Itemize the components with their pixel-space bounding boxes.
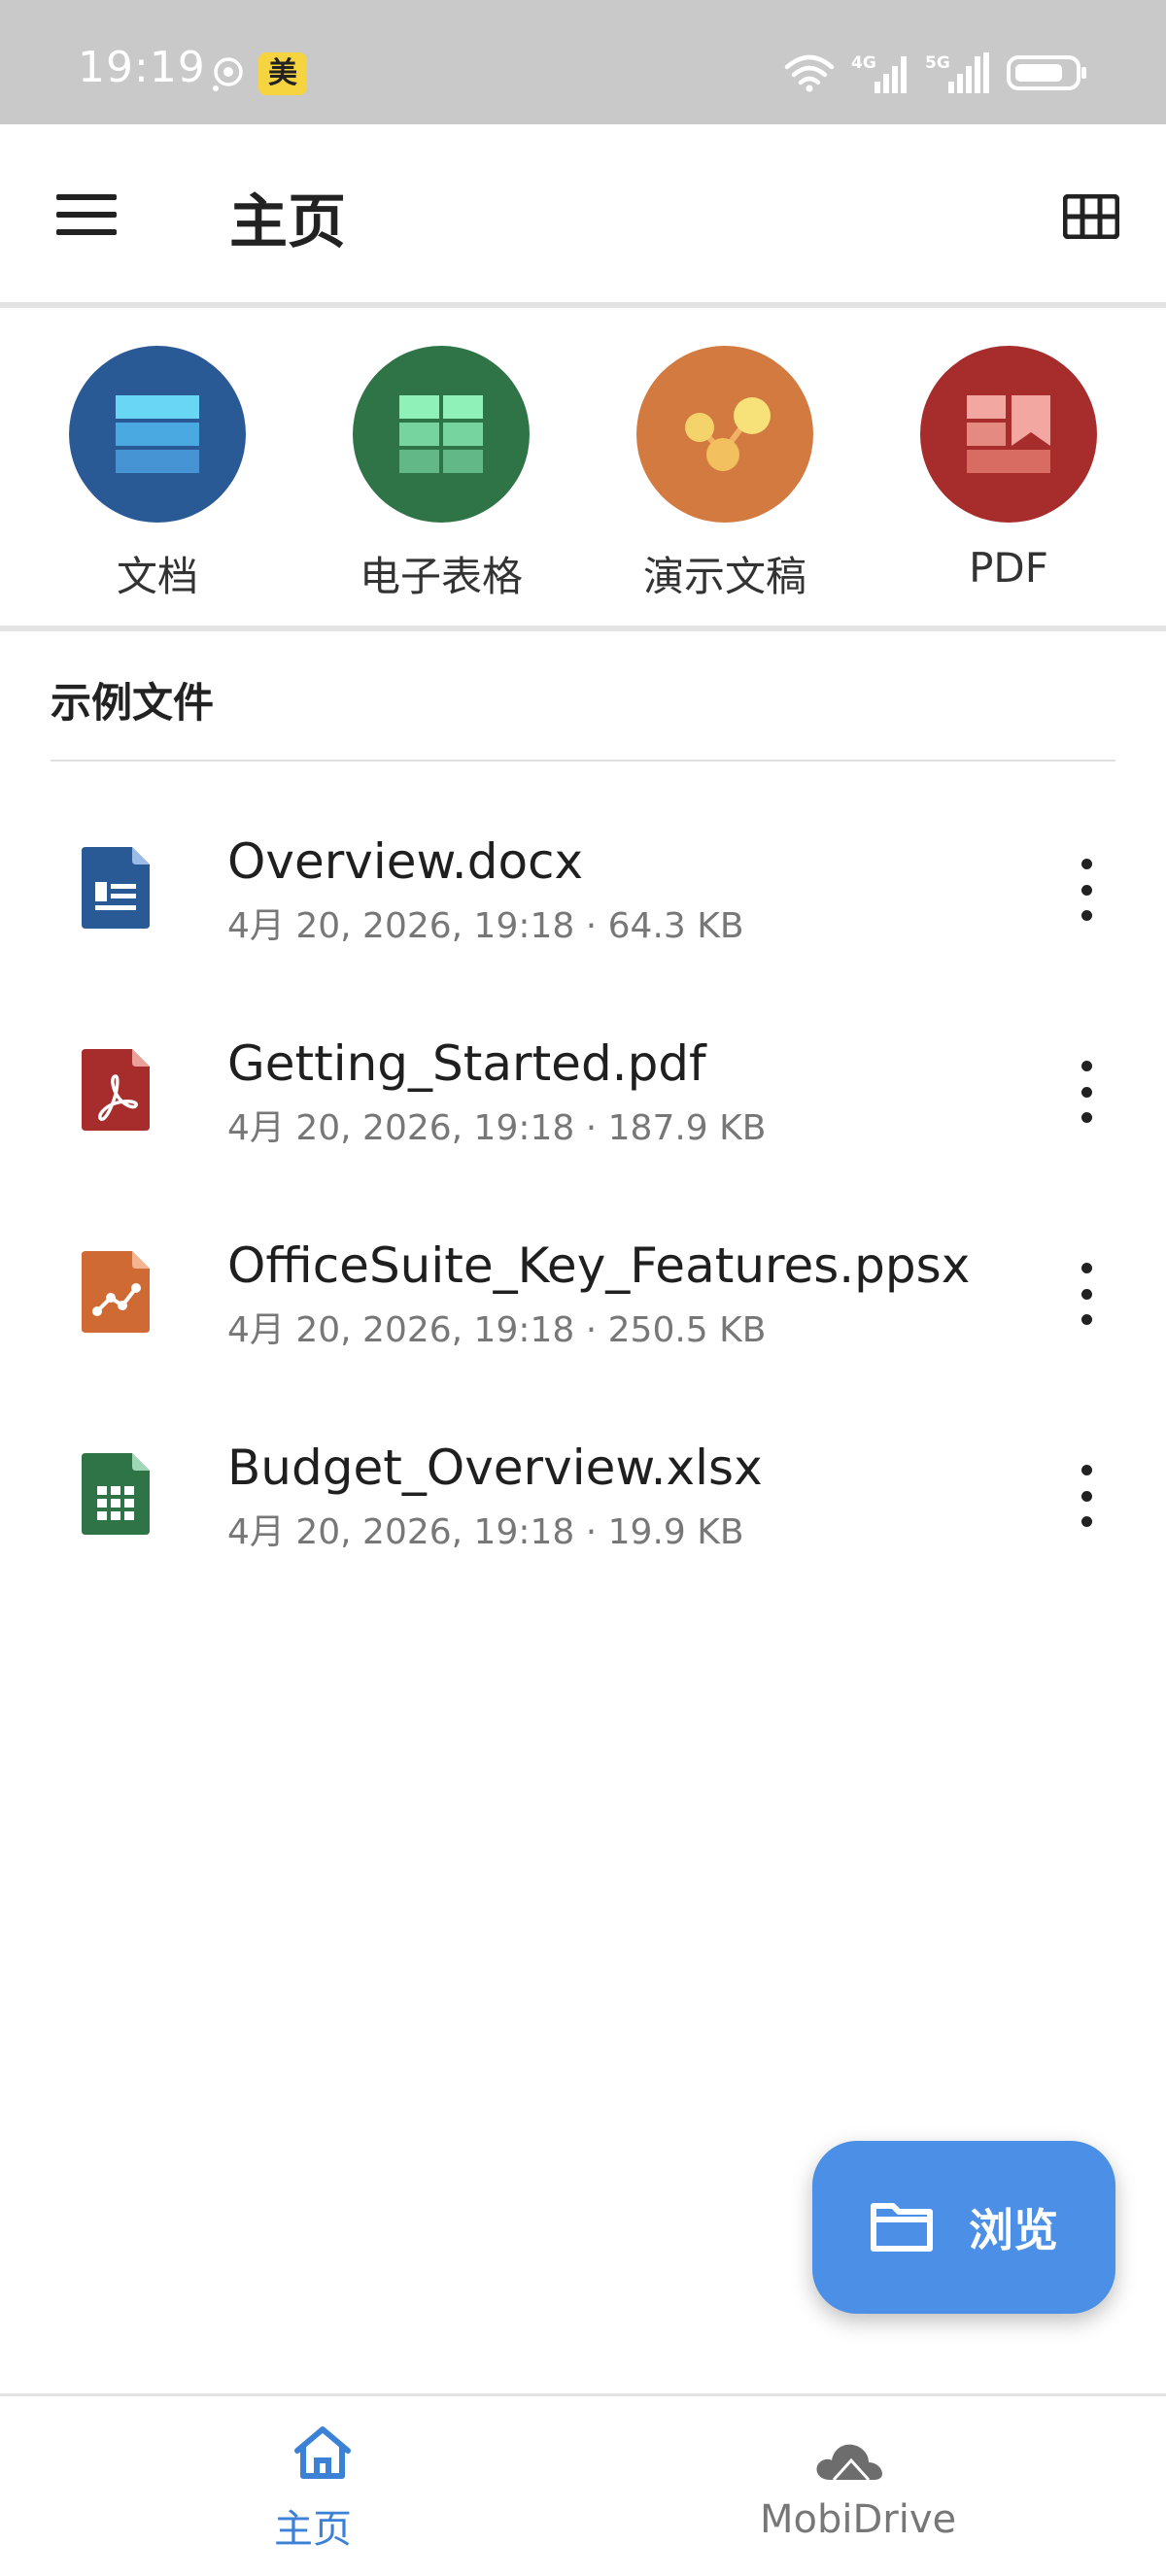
meta-separator: ·	[585, 1310, 608, 1350]
app-bar-divider	[0, 302, 1166, 308]
file-size: 250.5 KB	[607, 1310, 767, 1350]
presentation-circle	[636, 346, 813, 523]
file-size: 19.9 KB	[607, 1512, 744, 1552]
status-time: 19:19	[78, 43, 206, 92]
file-date: 4月 20, 2026, 19:18	[227, 906, 575, 946]
nav-item-home[interactable]: 主页	[27, 2396, 610, 2576]
file-date: 4月 20, 2026, 19:18	[227, 1310, 575, 1350]
network-4g-label: 4G	[851, 53, 876, 73]
quick-type-spreadsheet[interactable]: 电子表格	[325, 346, 558, 603]
menu-icon[interactable]	[56, 192, 117, 237]
quick-type-label: PDF	[969, 544, 1048, 592]
quick-type-pdf[interactable]: PDF	[892, 346, 1125, 592]
file-row-getting-started-pdf[interactable]: Getting_Started.pdf 4月 20, 2026, 19:18 ·…	[0, 1006, 1166, 1208]
more-options-icon[interactable]	[1075, 1061, 1098, 1123]
app-bar: 主页	[0, 124, 1166, 303]
file-meta: 4月 20, 2026, 19:18 · 250.5 KB	[227, 1302, 766, 1352]
signal-5g-icon: 5G	[925, 52, 989, 93]
quick-type-document[interactable]: 文档	[41, 346, 274, 603]
section-divider	[51, 760, 1115, 762]
file-row-budget-xlsx[interactable]: Budget_Overview.xlsx 4月 20, 2026, 19:18 …	[0, 1410, 1166, 1612]
xlsx-file-icon	[82, 1453, 150, 1535]
status-bar: 19:19 美 4G 5G	[0, 0, 1166, 124]
nav-label-mobidrive: MobiDrive	[760, 2497, 957, 2542]
document-icon	[116, 395, 199, 473]
file-date: 4月 20, 2026, 19:18	[227, 1512, 575, 1552]
meta-separator: ·	[585, 906, 608, 946]
file-meta: 4月 20, 2026, 19:18 · 64.3 KB	[227, 898, 744, 948]
home-icon	[294, 2426, 351, 2479]
spreadsheet-icon	[399, 395, 483, 473]
more-options-icon[interactable]	[1075, 1263, 1098, 1325]
file-name: Getting_Started.pdf	[227, 1035, 706, 1092]
signal-4g-icon: 4G	[851, 53, 907, 93]
more-options-icon[interactable]	[1075, 859, 1098, 921]
spreadsheet-circle	[353, 346, 530, 523]
location-icon	[213, 57, 243, 91]
meta-separator: ·	[585, 1108, 608, 1148]
network-5g-label: 5G	[925, 53, 950, 73]
meituan-badge: 美	[258, 52, 307, 95]
cloud-icon	[816, 2444, 882, 2482]
file-name: OfficeSuite_Key_Features.ppsx	[227, 1237, 971, 1294]
page-title: 主页	[229, 188, 346, 256]
quick-type-label: 文档	[116, 553, 198, 600]
file-size: 187.9 KB	[607, 1108, 767, 1148]
file-size: 64.3 KB	[607, 906, 744, 946]
quick-type-label: 演示文稿	[642, 553, 806, 600]
nav-label-home: 主页	[274, 2507, 352, 2552]
docx-file-icon	[82, 847, 150, 929]
file-list: Overview.docx 4月 20, 2026, 19:18 · 64.3 …	[0, 804, 1166, 1612]
wifi-icon	[784, 54, 835, 92]
file-name: Budget_Overview.xlsx	[227, 1440, 763, 1496]
file-meta: 4月 20, 2026, 19:18 · 19.9 KB	[227, 1504, 744, 1554]
file-date: 4月 20, 2026, 19:18	[227, 1108, 575, 1148]
ppsx-file-icon	[82, 1251, 150, 1333]
file-row-overview-docx[interactable]: Overview.docx 4月 20, 2026, 19:18 · 64.3 …	[0, 804, 1166, 1006]
bottom-nav: 主页 MobiDrive	[0, 2393, 1166, 2576]
quick-types-divider	[0, 626, 1166, 631]
nav-item-mobidrive[interactable]: MobiDrive	[583, 2396, 1166, 2576]
grid-view-icon[interactable]	[1063, 194, 1119, 239]
more-options-icon[interactable]	[1075, 1465, 1098, 1527]
pdf-icon	[967, 395, 1050, 473]
section-title: 示例文件	[51, 679, 215, 727]
file-row-officesuite-ppsx[interactable]: OfficeSuite_Key_Features.ppsx 4月 20, 202…	[0, 1208, 1166, 1410]
status-right-icons: 4G 5G	[783, 49, 1088, 97]
browse-button[interactable]: 浏览	[812, 2141, 1115, 2314]
file-meta: 4月 20, 2026, 19:18 · 187.9 KB	[227, 1100, 766, 1150]
browse-label: 浏览	[969, 2204, 1058, 2256]
battery-icon	[1007, 55, 1086, 90]
folder-icon	[871, 2203, 933, 2252]
file-name: Overview.docx	[227, 833, 584, 890]
presentation-icon	[685, 397, 771, 471]
quick-type-presentation[interactable]: 演示文稿	[608, 346, 841, 603]
pdf-circle	[920, 346, 1097, 523]
quick-type-label: 电子表格	[359, 553, 523, 600]
pdf-file-icon	[82, 1049, 150, 1131]
meta-separator: ·	[585, 1512, 608, 1552]
document-circle	[69, 346, 246, 523]
quick-create-types: 文档 电子表格 演示文稿 PDF	[0, 309, 1166, 626]
